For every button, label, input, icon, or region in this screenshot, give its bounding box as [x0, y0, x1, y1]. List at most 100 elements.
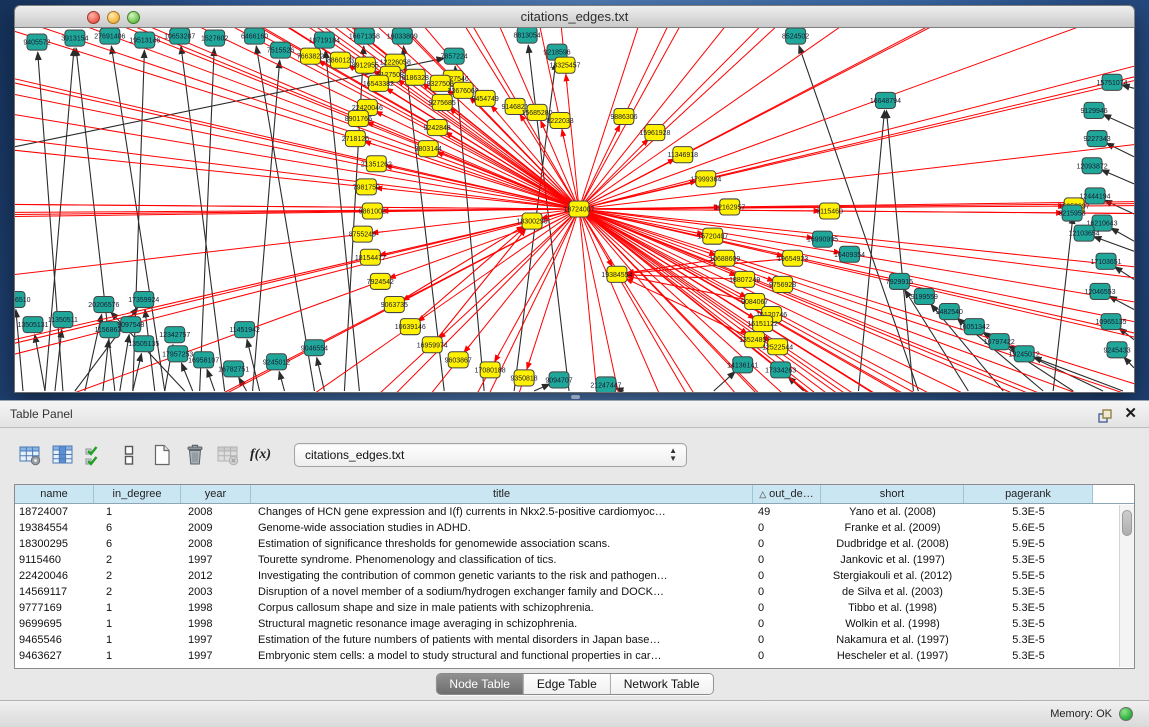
graph-node[interactable]: 20206576: [88, 296, 119, 312]
graph-node[interactable]: 9245433: [1103, 342, 1130, 358]
graph-node[interactable]: 25306510: [15, 291, 31, 307]
graph-node[interactable]: 3913154: [61, 30, 88, 46]
table-row[interactable]: 946554611997Estimation of the future num…: [15, 632, 1134, 648]
network-canvas[interactable]: 1872400718300295193845549405572391315427…: [14, 28, 1135, 393]
graph-node[interactable]: 1527602: [201, 30, 228, 46]
graph-node[interactable]: 9129946: [1080, 102, 1107, 118]
panel-splitter-handle[interactable]: [571, 395, 580, 399]
minimize-button[interactable]: [107, 11, 120, 24]
graph-node[interactable]: 9405572: [23, 34, 50, 50]
graph-node[interactable]: 7663822: [297, 48, 324, 64]
graph-node[interactable]: 8222033: [546, 112, 573, 128]
column-header-short[interactable]: short: [821, 485, 964, 503]
graph-node[interactable]: 17359924: [128, 291, 159, 307]
graph-node[interactable]: 9046554: [301, 340, 328, 356]
rows-button[interactable]: [115, 442, 142, 469]
graph-node[interactable]: 10965135: [1096, 314, 1127, 330]
graph-node[interactable]: 8912955: [352, 57, 379, 73]
close-panel-icon[interactable]: ✕: [1124, 405, 1137, 423]
graph-node[interactable]: 27691406: [94, 28, 125, 44]
graph-node[interactable]: 7857224: [441, 48, 468, 64]
tab-edge-table[interactable]: Edge Table: [523, 674, 610, 694]
network-window-titlebar[interactable]: citations_edges.txt: [14, 5, 1135, 28]
graph-node[interactable]: 8813054: [514, 28, 541, 43]
graph-node[interactable]: 12093872: [1077, 158, 1108, 174]
tab-node-table[interactable]: Node Table: [436, 674, 523, 694]
table-row[interactable]: 1872400712008Changes of HCN gene express…: [15, 504, 1134, 520]
tab-network-table[interactable]: Network Table: [610, 674, 713, 694]
column-header-name[interactable]: name: [15, 485, 94, 503]
close-button[interactable]: [87, 11, 100, 24]
float-window-icon[interactable]: [1097, 407, 1113, 423]
graph-node[interactable]: 9482540: [936, 304, 963, 320]
graph-node[interactable]: 9603867: [445, 352, 472, 368]
table-select-dropdown[interactable]: citations_edges.txt ▲▼: [294, 443, 687, 467]
graph-node[interactable]: 13505135: [128, 336, 159, 352]
scrollbar-thumb[interactable]: [1122, 510, 1132, 536]
graph-node[interactable]: 9115460: [816, 203, 843, 219]
graph-node[interactable]: 17103651: [1091, 253, 1122, 269]
graph-node[interactable]: 12342757: [159, 327, 190, 343]
graph-node[interactable]: 19654923: [777, 250, 808, 266]
graph-node[interactable]: 9227343: [1083, 131, 1110, 147]
graph-node[interactable]: 16033809: [387, 28, 418, 44]
graph-node[interactable]: 19513146: [129, 32, 160, 48]
graph-node[interactable]: 14136141: [727, 357, 758, 373]
table-row[interactable]: 1456911722003Disruption of a novel membe…: [15, 584, 1134, 600]
table-settings-button[interactable]: [16, 442, 43, 469]
graph-node[interactable]: 17334263: [765, 362, 796, 378]
table-row[interactable]: 1938455462009Genome-wide association stu…: [15, 520, 1134, 536]
graph-node[interactable]: 13505131: [17, 317, 48, 333]
graph-node[interactable]: 16648794: [870, 92, 901, 108]
graph-node[interactable]: 15961928: [639, 125, 670, 141]
graph-node[interactable]: 8215953: [1059, 205, 1086, 221]
graph-node[interactable]: 18807249: [729, 271, 760, 287]
graph-node[interactable]: 7515526: [267, 42, 294, 58]
graph-node[interactable]: 9756928: [769, 276, 796, 292]
graph-node[interactable]: 2803144: [415, 141, 442, 157]
graph-node[interactable]: 9063735: [381, 296, 408, 312]
graph-node[interactable]: 9861002: [359, 203, 386, 219]
graph-node[interactable]: 10639146: [395, 319, 426, 335]
graph-node[interactable]: 8860123: [327, 52, 354, 68]
table-row[interactable]: 946362711997Embryonic stem cells: a mode…: [15, 648, 1134, 664]
graph-node[interactable]: 9094707: [545, 372, 572, 388]
graph-node[interactable]: 8755249: [349, 226, 376, 242]
network-graph[interactable]: 1872400718300295193845549405572391315427…: [15, 28, 1134, 392]
table-row[interactable]: 2242004622012Investigating the contribut…: [15, 568, 1134, 584]
row-checks-button[interactable]: [82, 442, 109, 469]
graph-node[interactable]: 9886306: [610, 108, 637, 124]
graph-node[interactable]: 8186328: [402, 69, 429, 85]
function-builder-button[interactable]: f(x): [247, 442, 274, 469]
graph-node[interactable]: 18154477: [355, 249, 386, 265]
graph-node[interactable]: 9245012: [263, 354, 290, 370]
delete-column-trash-button[interactable]: [181, 442, 208, 469]
show-columns-button[interactable]: [49, 442, 76, 469]
table-row[interactable]: 969969511998Structural magnetic resonanc…: [15, 616, 1134, 632]
new-document-button[interactable]: [148, 442, 175, 469]
graph-node[interactable]: 16409354: [834, 246, 865, 262]
table-row[interactable]: 911546021997Tourette syndrome. Phenomeno…: [15, 552, 1134, 568]
table-row[interactable]: 1830029562008Estimation of significance …: [15, 536, 1134, 552]
graph-node[interactable]: 9242848: [424, 120, 451, 136]
graph-node[interactable]: 12162957: [714, 199, 745, 215]
graph-node[interactable]: 8524502: [782, 28, 809, 44]
graph-node[interactable]: 7929915: [886, 273, 913, 289]
column-header-title[interactable]: title: [251, 485, 753, 503]
graph-node[interactable]: 9199559: [911, 288, 938, 304]
column-header-pagerank[interactable]: pagerank: [964, 485, 1093, 503]
graph-node[interactable]: 9350818: [511, 370, 538, 386]
graph-node[interactable]: 7981750: [353, 179, 380, 195]
graph-node[interactable]: 21351262: [361, 156, 392, 172]
graph-node[interactable]: 7924542: [367, 273, 394, 289]
graph-node[interactable]: 2718126: [342, 131, 369, 147]
graph-node[interactable]: 6466160: [241, 28, 268, 44]
graph-node[interactable]: 8901766: [345, 110, 372, 126]
graph-node[interactable]: 17080188: [475, 362, 506, 378]
graph-node[interactable]: 8454749: [472, 90, 499, 106]
graph-node[interactable]: 9097548: [117, 317, 144, 333]
graph-node[interactable]: 16959974: [417, 337, 448, 353]
graph-node[interactable]: 9275685: [429, 94, 456, 110]
column-header-in_degree[interactable]: in_degree: [94, 485, 181, 503]
graph-node[interactable]: 16051342: [959, 319, 990, 335]
